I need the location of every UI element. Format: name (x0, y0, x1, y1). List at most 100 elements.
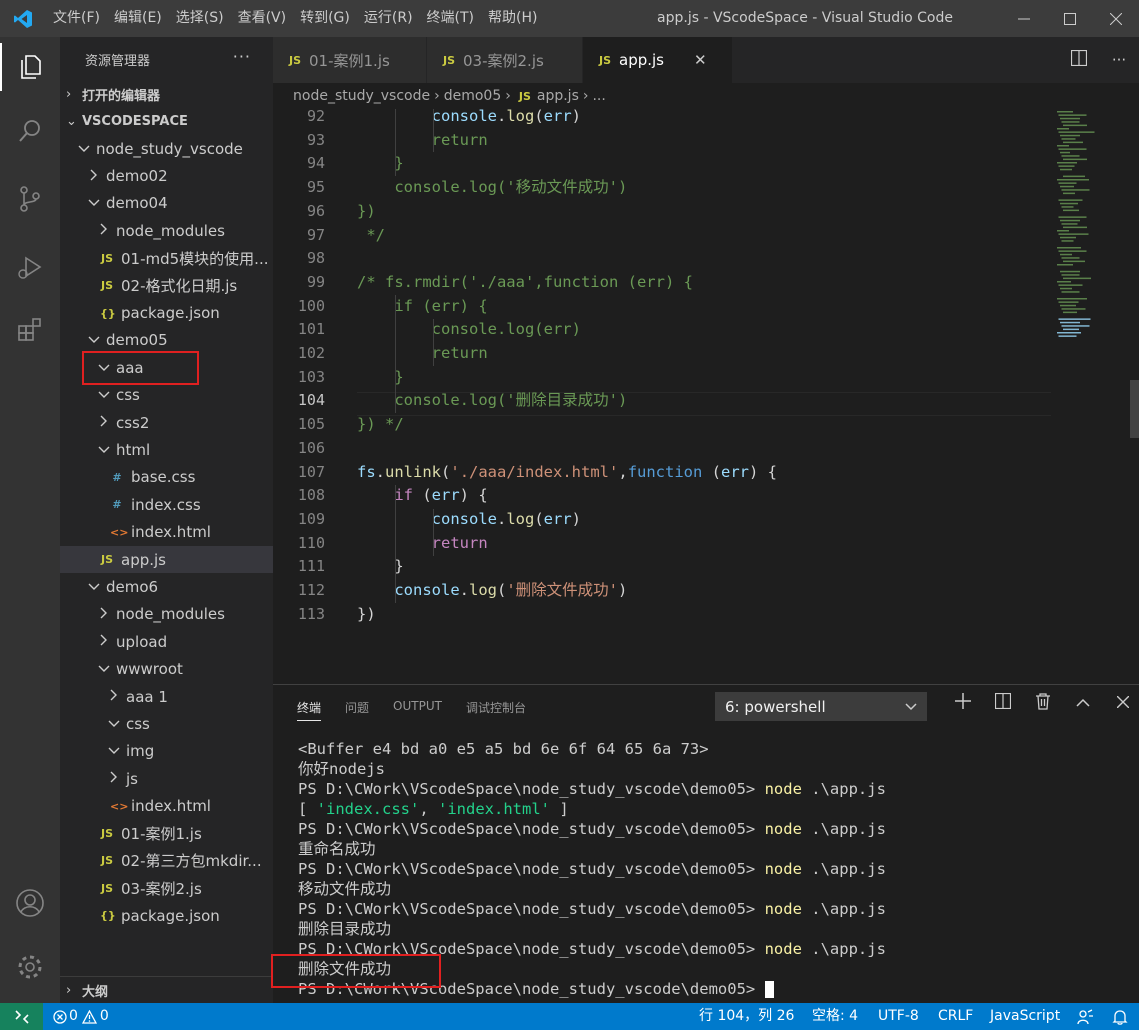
explorer-icon[interactable] (0, 43, 60, 91)
tab-app-js[interactable]: JS app.js ✕ (583, 37, 733, 83)
tab-problems[interactable]: 问题 (345, 699, 369, 721)
workspace-section[interactable]: ⌄ VSCODESPACE (60, 108, 273, 135)
bell-icon[interactable] (1112, 1003, 1128, 1030)
breadcrumb-item[interactable]: app.js (537, 88, 579, 104)
close-window-icon[interactable] (1093, 0, 1139, 37)
settings-gear-icon[interactable] (0, 943, 60, 991)
source-control-icon[interactable] (0, 175, 60, 223)
more-actions-icon[interactable]: ··· (1099, 51, 1139, 69)
menu-view[interactable]: 查看(V) (231, 0, 294, 37)
menu-selection[interactable]: 选择(S) (169, 0, 231, 37)
chevron-up-icon[interactable] (1063, 693, 1103, 715)
tree-file[interactable]: <> index.html (60, 518, 273, 545)
tree-file[interactable]: # index.css (60, 491, 273, 518)
tree-folder[interactable]: node_modules (60, 217, 273, 244)
breadcrumb-item[interactable]: node_study_vscode (293, 88, 430, 104)
tree-folder[interactable]: js (60, 765, 273, 792)
tree-folder[interactable]: css (60, 710, 273, 737)
tree-file[interactable]: # base.css (60, 464, 273, 491)
extensions-icon[interactable] (0, 305, 60, 353)
feedback-icon[interactable] (1077, 1003, 1093, 1030)
editor-scrollbar[interactable] (1130, 380, 1139, 438)
tree-item-label: 01-md5模块的使用... (121, 249, 269, 268)
menu-go[interactable]: 转到(G) (293, 0, 357, 37)
code-editor[interactable]: 92 console.log(err) 93 return 94 } 95 conso… (273, 109, 1139, 684)
minimap-line (1063, 158, 1087, 161)
tree-file[interactable]: JS 02-第三方包mkdir... (60, 847, 273, 874)
code-line: if (err) { (357, 296, 488, 315)
minimap-line (1061, 274, 1080, 276)
json-file-icon: {} (100, 909, 116, 923)
minimap[interactable] (1057, 109, 1117, 344)
tree-folder[interactable]: aaa 1 (60, 683, 273, 710)
problems-indicator[interactable]: 0 0 (53, 1003, 109, 1030)
menu-help[interactable]: 帮助(H) (481, 0, 544, 37)
tree-folder[interactable]: demo04 (60, 190, 273, 217)
tree-folder[interactable]: wwwroot (60, 655, 273, 682)
tree-folder[interactable]: demo02 (60, 162, 273, 189)
new-terminal-icon[interactable] (943, 693, 983, 715)
open-editors-section[interactable]: › 打开的编辑器 (60, 81, 273, 108)
breadcrumb-item[interactable]: demo05 (444, 88, 502, 104)
menu-file[interactable]: 文件(F) (46, 0, 107, 37)
tree-file[interactable]: <> index.html (60, 792, 273, 819)
tree-folder[interactable]: demo6 (60, 573, 273, 600)
tree-file[interactable]: JS 03-案例2.js (60, 875, 273, 902)
tree-folder[interactable]: img (60, 738, 273, 765)
maximize-icon[interactable] (1047, 0, 1093, 37)
tree-folder[interactable]: css (60, 382, 273, 409)
minimap-line (1060, 270, 1080, 273)
close-panel-icon[interactable] (1103, 693, 1139, 715)
tree-folder[interactable]: html (60, 436, 273, 463)
tab-03-case2[interactable]: JS 03-案例2.js (427, 37, 583, 83)
encoding[interactable]: UTF-8 (878, 1003, 919, 1030)
tree-file[interactable]: JS 01-md5模块的使用... (60, 245, 273, 272)
menu-terminal[interactable]: 终端(T) (420, 0, 481, 37)
tab-debug-console[interactable]: 调试控制台 (466, 699, 526, 721)
tab-output[interactable]: OUTPUT (393, 699, 442, 721)
tree-folder[interactable]: css2 (60, 409, 273, 436)
minimap-line (1063, 311, 1077, 314)
editor-tabs: JS 01-案例1.js JS 03-案例2.js JS app.js ✕ (273, 37, 1139, 83)
outline-section[interactable]: › 大纲 (60, 976, 273, 1003)
tree-file[interactable]: JS 01-案例1.js (60, 820, 273, 847)
tree-item-label: 03-案例2.js (121, 879, 202, 898)
end-of-line[interactable]: CRLF (938, 1003, 973, 1030)
menu-edit[interactable]: 编辑(E) (107, 0, 169, 37)
panel-tabs: 终端 问题 OUTPUT 调试控制台 (297, 699, 550, 721)
run-debug-icon[interactable] (0, 243, 60, 291)
tab-01-case1[interactable]: JS 01-案例1.js (273, 37, 427, 83)
split-terminal-icon[interactable] (983, 692, 1023, 715)
breadcrumb: node_study_vscode › demo05 › JS app.js ›… (273, 83, 1139, 109)
tree-folder[interactable]: node_modules (60, 601, 273, 628)
more-actions-icon[interactable]: ··· (233, 47, 251, 66)
close-tab-icon[interactable]: ✕ (694, 51, 707, 69)
tree-file[interactable]: JS 02-格式化日期.js (60, 272, 273, 299)
account-icon[interactable] (0, 879, 60, 927)
terminal-cursor (764, 981, 774, 998)
menu-run[interactable]: 运行(R) (357, 0, 420, 37)
tree-file[interactable]: {} package.json (60, 902, 273, 929)
trash-icon[interactable] (1023, 693, 1063, 715)
minimap-line (1057, 264, 1073, 266)
line-number: 97 (306, 225, 325, 244)
search-icon[interactable] (0, 107, 60, 155)
line-number: 104 (297, 391, 325, 410)
remote-icon[interactable] (0, 1003, 43, 1030)
cursor-position[interactable]: 行 104，列 26 (699, 1003, 794, 1030)
indentation[interactable]: 空格: 4 (812, 1003, 858, 1030)
terminal-select[interactable]: 6: powershell (715, 692, 927, 721)
line-number: 100 (297, 296, 325, 315)
chevron-down-icon (86, 580, 102, 594)
tree-folder[interactable]: node_study_vscode (60, 135, 273, 162)
tab-terminal[interactable]: 终端 (297, 699, 322, 721)
code-line: console.log(err) (431, 509, 582, 528)
split-editor-icon[interactable] (1059, 49, 1099, 70)
js-file-icon: JS (100, 854, 113, 868)
tree-file[interactable]: JS app.js (60, 545, 273, 574)
language-mode[interactable]: JavaScript (990, 1003, 1060, 1030)
tree-folder[interactable]: upload (60, 628, 273, 655)
minimize-icon[interactable] (1001, 0, 1047, 37)
tree-file[interactable]: {} package.json (60, 299, 273, 326)
breadcrumb-item[interactable]: ... (592, 88, 605, 104)
